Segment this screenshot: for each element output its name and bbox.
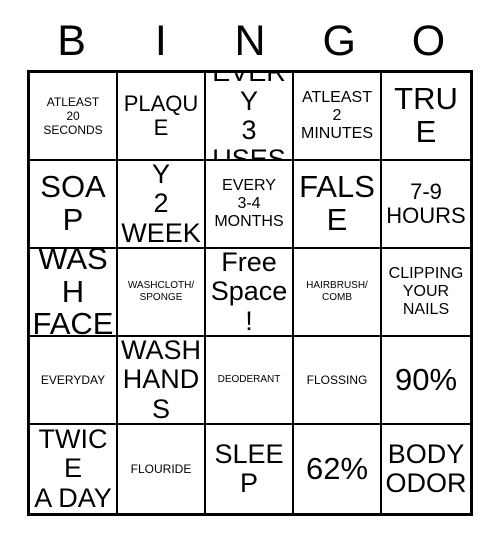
bingo-cell[interactable]: BODY ODOR <box>382 425 470 513</box>
bingo-cell-label: TRUE <box>394 81 458 149</box>
bingo-cell[interactable]: TWICE A DAY <box>30 425 118 513</box>
bingo-cell[interactable]: 62% <box>294 425 382 513</box>
bingo-cell-label: EVERYDAY <box>40 372 106 387</box>
bingo-cell-label: EVERY 2 WEEKS <box>121 161 201 248</box>
bingo-cell[interactable]: HAIRBRUSH/ COMB <box>294 249 382 337</box>
bingo-cell[interactable]: FLOSSING <box>294 337 382 425</box>
bingo-cell[interactable]: ATLEAST 20 SECONDS <box>30 73 118 161</box>
header-letter-g: G <box>322 16 356 65</box>
bingo-header-row: B I N G O <box>27 14 473 68</box>
bingo-cell[interactable]: 90% <box>382 337 470 425</box>
bingo-cell-label: WASH FACE <box>32 249 114 337</box>
bingo-cell-label: TWICE A DAY <box>34 425 112 513</box>
bingo-cell[interactable]: 7-9 HOURS <box>382 161 470 249</box>
bingo-cell[interactable]: EVERYDAY <box>30 337 118 425</box>
bingo-cell-label: Free Space! <box>210 249 288 336</box>
bingo-cell[interactable]: SOAP <box>30 161 118 249</box>
bingo-cell-label: EVERY 3-4 MONTHS <box>214 176 284 231</box>
bingo-cell[interactable]: WASH HANDS <box>118 337 206 425</box>
bingo-cell[interactable]: WASHCLOTH/ SPONGE <box>118 249 206 337</box>
bingo-cell-label: DEODERANT <box>217 374 281 386</box>
bingo-cell[interactable]: PLAQUE <box>118 73 206 161</box>
bingo-cell-label: EVERY 3 USES <box>212 73 286 161</box>
bingo-cell-free-space[interactable]: Free Space! <box>206 249 294 337</box>
bingo-grid: ATLEAST 20 SECONDS PLAQUE EVERY 3 USES ATLE… <box>27 70 473 516</box>
bingo-cell-label: 7-9 HOURS <box>386 178 466 228</box>
bingo-cell-label: BODY ODOR <box>385 438 467 498</box>
bingo-cell[interactable]: FLOURIDE <box>118 425 206 513</box>
bingo-cell[interactable]: ATLEAST 2 MINUTES <box>294 73 382 161</box>
bingo-cell[interactable]: EVERY 2 WEEKS <box>118 161 206 249</box>
bingo-cell[interactable]: EVERY 3-4 MONTHS <box>206 161 294 249</box>
bingo-cell[interactable]: TRUE <box>382 73 470 161</box>
bingo-cell[interactable]: SLEEP <box>206 425 294 513</box>
header-letter-n: N <box>234 16 266 65</box>
bingo-cell-label: ATLEAST 2 MINUTES <box>301 88 373 143</box>
bingo-cell[interactable]: FALSE <box>294 161 382 249</box>
bingo-cell-label: SLEEP <box>214 438 284 498</box>
bingo-cell-label: FLOURIDE <box>130 461 192 476</box>
bingo-cell[interactable]: WASH FACE <box>30 249 118 337</box>
bingo-cell[interactable]: CLIPPING YOUR NAILS <box>382 249 470 337</box>
bingo-cell-label: CLIPPING YOUR NAILS <box>388 264 464 319</box>
bingo-cell[interactable]: EVERY 3 USES <box>206 73 294 161</box>
bingo-cell-label: FLOSSING <box>306 372 368 387</box>
bingo-cell-label: WASHCLOTH/ SPONGE <box>127 280 195 303</box>
header-letter-b: B <box>57 16 86 65</box>
bingo-cell-label: 90% <box>394 361 458 397</box>
header-letter-i: I <box>154 16 167 65</box>
header-letter-o: O <box>411 16 446 65</box>
bingo-cell[interactable]: DEODERANT <box>206 337 294 425</box>
bingo-cell-label: SOAP <box>40 169 106 237</box>
bingo-cell-label: FALSE <box>299 169 375 237</box>
bingo-cell-label: 62% <box>305 450 369 486</box>
bingo-cell-label: WASH HANDS <box>121 337 201 424</box>
bingo-cell-label: PLAQUE <box>123 90 199 140</box>
bingo-card: B I N G O ATLEAST 20 SECONDS PLAQUE EVERY … <box>0 0 501 544</box>
bingo-cell-label: ATLEAST 20 SECONDS <box>43 94 103 138</box>
bingo-cell-label: HAIRBRUSH/ COMB <box>306 280 368 303</box>
